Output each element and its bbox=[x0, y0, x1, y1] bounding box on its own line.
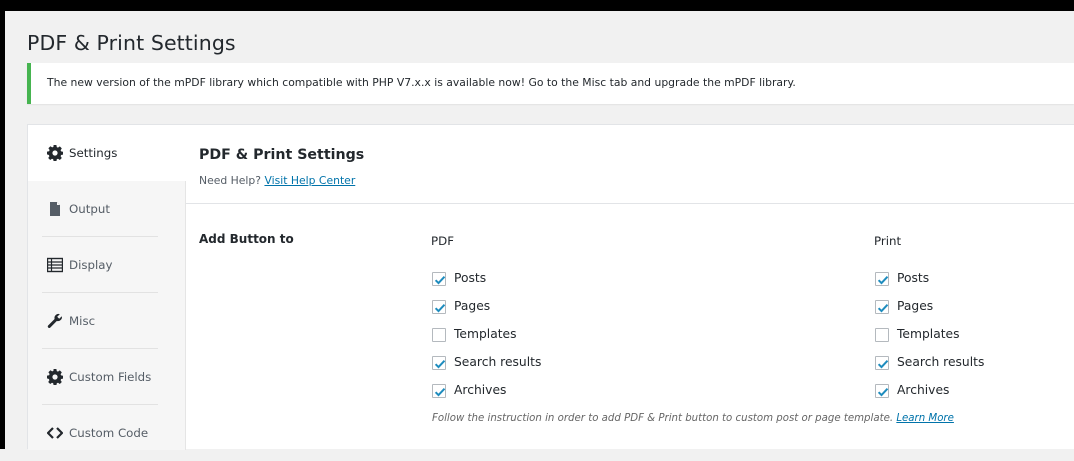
tab-misc[interactable]: Misc bbox=[28, 293, 186, 349]
pdf-posts-checkbox[interactable] bbox=[432, 272, 446, 286]
checkmark-icon bbox=[434, 360, 446, 369]
checkmark-icon bbox=[877, 276, 889, 285]
option-label: Search results bbox=[897, 355, 985, 369]
checkmark-icon bbox=[877, 388, 889, 397]
option-label: Archives bbox=[454, 383, 507, 397]
notice-text: The new version of the mPDF library whic… bbox=[47, 76, 796, 89]
pdf-templates-checkbox[interactable] bbox=[432, 328, 446, 342]
tab-custom-fields[interactable]: Custom Fields bbox=[28, 349, 186, 405]
tab-settings-label: Settings bbox=[69, 146, 118, 160]
pdf-heading: PDF bbox=[431, 234, 454, 248]
option-label: Pages bbox=[897, 299, 934, 313]
option-label: Posts bbox=[897, 271, 930, 285]
settings-tabs: Settings Output Display Misc Custom Fiel… bbox=[28, 125, 187, 450]
list-icon bbox=[46, 257, 64, 273]
divider bbox=[186, 203, 1074, 204]
print-search-results-checkbox[interactable] bbox=[875, 356, 889, 370]
pdf-archives-checkbox[interactable] bbox=[432, 384, 446, 398]
option-label: Pages bbox=[454, 299, 491, 313]
gear-icon bbox=[47, 145, 64, 162]
wrench-icon bbox=[47, 313, 63, 329]
help-line: Need Help? Visit Help Center bbox=[199, 174, 355, 187]
print-heading: Print bbox=[874, 234, 902, 248]
update-notice: The new version of the mPDF library whic… bbox=[27, 63, 1074, 104]
option-label: Templates bbox=[897, 327, 960, 341]
tab-display[interactable]: Display bbox=[28, 237, 186, 293]
pdf-search-results-checkbox[interactable] bbox=[432, 356, 446, 370]
checkmark-icon bbox=[434, 388, 446, 397]
window-left-border bbox=[0, 11, 5, 449]
add-button-label: Add Button to bbox=[199, 232, 294, 246]
print-pages-checkbox[interactable] bbox=[875, 300, 889, 314]
learn-more-link[interactable]: Learn More bbox=[896, 413, 954, 424]
print-posts-checkbox[interactable] bbox=[875, 272, 889, 286]
tab-display-label: Display bbox=[69, 258, 113, 272]
document-icon bbox=[47, 201, 63, 217]
checkmark-icon bbox=[877, 304, 889, 313]
tab-custom-code[interactable]: Custom Code bbox=[28, 405, 186, 461]
print-templates-checkbox[interactable] bbox=[875, 328, 889, 342]
code-icon bbox=[46, 425, 64, 441]
option-label: Templates bbox=[454, 327, 517, 341]
settings-panel: Settings Output Display Misc Custom Fiel… bbox=[27, 124, 1074, 450]
settings-content: PDF & Print Settings Need Help? Visit He… bbox=[186, 125, 1074, 450]
tab-custom-code-label: Custom Code bbox=[69, 426, 149, 440]
checkmark-icon bbox=[877, 360, 889, 369]
pdf-pages-checkbox[interactable] bbox=[432, 300, 446, 314]
page-title: PDF & Print Settings bbox=[27, 31, 236, 55]
gear-icon bbox=[47, 369, 64, 386]
tab-settings[interactable]: Settings bbox=[28, 125, 187, 181]
help-center-link[interactable]: Visit Help Center bbox=[264, 174, 355, 187]
tab-custom-fields-label: Custom Fields bbox=[69, 370, 152, 384]
option-label: Archives bbox=[897, 383, 950, 397]
tab-output[interactable]: Output bbox=[28, 181, 186, 237]
tab-misc-label: Misc bbox=[69, 314, 96, 328]
tab-output-label: Output bbox=[69, 202, 110, 216]
checkmark-icon bbox=[434, 304, 446, 313]
checkmark-icon bbox=[434, 276, 446, 285]
option-label: Posts bbox=[454, 271, 487, 285]
template-note: Follow the instruction in order to add P… bbox=[432, 413, 954, 424]
print-archives-checkbox[interactable] bbox=[875, 384, 889, 398]
section-title: PDF & Print Settings bbox=[199, 147, 365, 163]
help-prefix: Need Help? bbox=[199, 174, 261, 187]
window-top-border bbox=[0, 0, 1074, 11]
option-label: Search results bbox=[454, 355, 542, 369]
note-text: Follow the instruction in order to add P… bbox=[432, 413, 894, 424]
